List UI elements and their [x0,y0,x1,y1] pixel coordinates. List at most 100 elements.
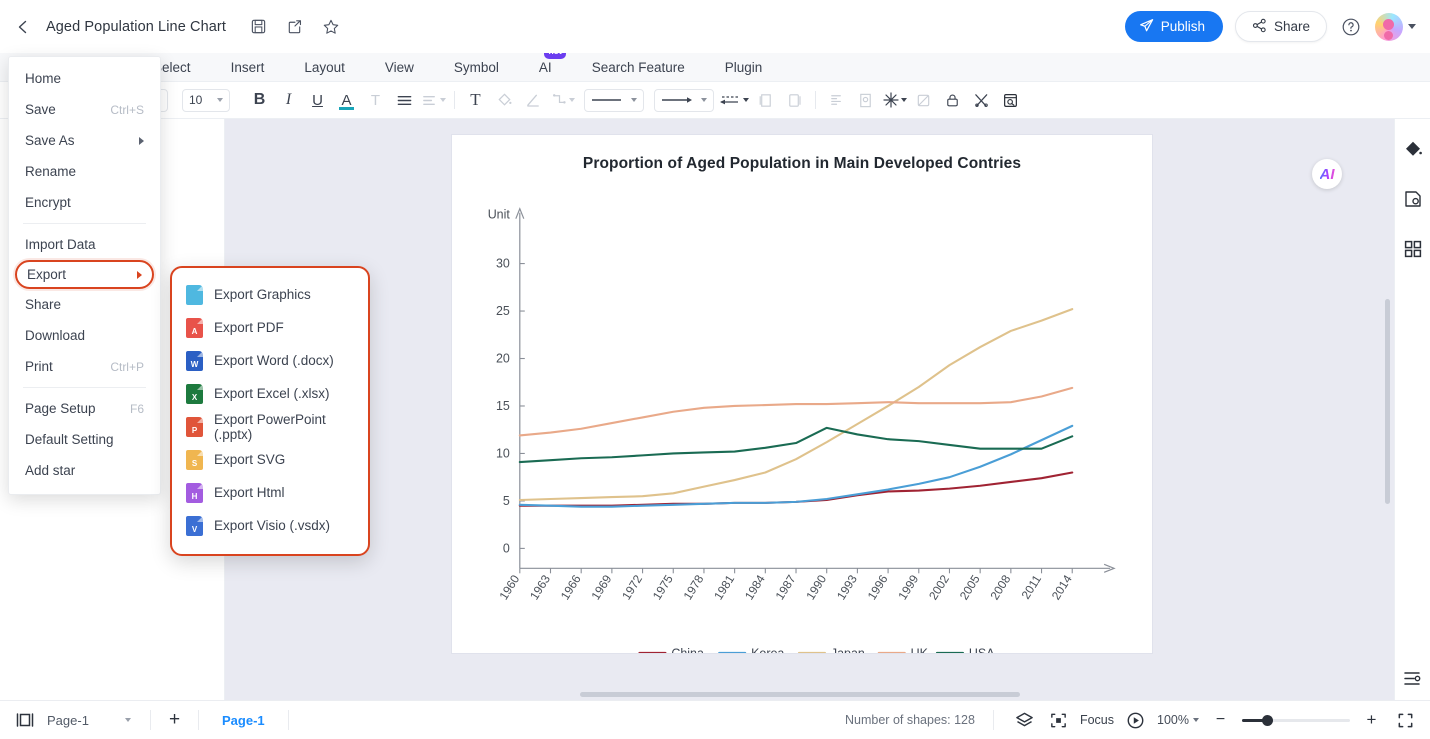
fill-color-icon[interactable] [1401,137,1425,161]
add-page-button[interactable]: + [162,708,187,733]
file-menu-item-encrypt[interactable]: Encrypt [9,187,160,218]
chevron-right-icon [139,136,144,145]
publish-button[interactable]: Publish [1124,11,1223,42]
back-chevron-icon[interactable] [10,14,36,40]
document-title: Aged Population Line Chart [46,18,226,35]
zoom-in-button[interactable]: + [1359,708,1384,733]
excel-file-icon: X [186,383,203,404]
export-submenu-item[interactable]: S Export SVG [172,443,368,476]
menu-item-insert[interactable]: Insert [211,54,285,81]
dashed-arrow-icon[interactable] [716,87,750,114]
find-shape-icon[interactable] [997,87,1024,114]
lock-icon[interactable] [939,87,966,114]
bring-forward-icon[interactable] [752,87,779,114]
page-view-icon[interactable] [12,708,37,733]
send-backward-icon[interactable] [781,87,808,114]
font-color-letter: A [341,91,352,109]
text-box-button[interactable]: T [462,87,489,114]
zoom-out-button[interactable]: − [1208,708,1233,733]
export-submenu-item[interactable]: V Export Visio (.vsdx) [172,509,368,542]
x-axis-tick: 1963 [527,572,553,602]
x-axis-tick: 1975 [650,572,676,602]
text-style-button[interactable]: T [362,87,389,114]
page-selector[interactable]: Page-1 [39,708,139,732]
ai-assistant-badge[interactable]: AI [1312,159,1342,189]
line-spacing-icon[interactable] [420,87,447,114]
file-menu-item-add-star[interactable]: Add star [9,455,160,486]
pen-icon[interactable] [520,87,547,114]
file-menu-item-export[interactable]: Export [15,260,154,289]
menu-divider [23,387,146,388]
layers-panel-icon[interactable] [1401,666,1425,690]
file-menu-item-import-data[interactable]: Import Data [9,229,160,260]
export-share-icon[interactable] [280,12,310,42]
save-icon[interactable] [244,12,274,42]
crop-page-icon[interactable] [852,87,879,114]
export-submenu-item-label: Export Graphics [214,287,311,302]
line-style-select[interactable] [584,88,644,112]
menu-item-layout[interactable]: Layout [284,54,365,81]
chevron-right-icon [137,270,142,279]
menu-item-view[interactable]: View [365,54,434,81]
export-submenu-item[interactable]: X Export Excel (.xlsx) [172,377,368,410]
file-menu-item-save-as[interactable]: Save As [9,125,160,156]
tools-icon[interactable] [968,87,995,114]
connector-icon[interactable] [549,87,576,114]
menu-item-search-feature[interactable]: Search Feature [572,54,705,81]
help-circle-icon[interactable] [1341,17,1361,37]
file-menu-item-page-setup[interactable]: Page Setup F6 [9,393,160,424]
export-submenu-item[interactable]: A Export PDF [172,311,368,344]
focus-icon[interactable] [1046,708,1071,733]
no-style-icon[interactable] [910,87,937,114]
file-menu-item-download[interactable]: Download [9,320,160,351]
vertical-scrollbar[interactable] [1385,299,1390,504]
page-sheet[interactable]: Proportion of Aged Population in Main De… [451,134,1153,654]
font-size-select[interactable]: 10 [182,88,230,112]
file-menu-item-save[interactable]: Save Ctrl+S [9,94,160,125]
export-submenu-item[interactable]: W Export Word (.docx) [172,344,368,377]
y-axis-tick: 30 [496,257,510,271]
zoom-slider-fill [1242,718,1264,722]
page-settings-icon[interactable] [1401,187,1425,211]
file-menu-item-print[interactable]: Print Ctrl+P [9,351,160,382]
export-submenu-item[interactable]: P Export PowerPoint (.pptx) [172,410,368,443]
horizontal-scrollbar[interactable] [580,692,1020,697]
canvas-scroll-area[interactable]: Proportion of Aged Population in Main De… [225,119,1394,700]
menu-divider [23,223,146,224]
page-tab-page-1[interactable]: Page-1 [210,713,277,728]
italic-button[interactable]: I [275,87,302,114]
zoom-slider-knob[interactable] [1262,714,1273,726]
visio-file-icon: V [186,515,203,536]
chevron-down-icon [440,98,446,102]
distribute-icon[interactable] [823,87,850,114]
font-color-button[interactable]: A [333,87,360,114]
star-icon[interactable] [316,12,346,42]
file-menu-item-default-setting[interactable]: Default Setting [9,424,160,455]
arrow-style-select[interactable] [654,88,714,112]
zoom-level-select[interactable]: 100% [1157,713,1199,727]
menu-item-plugin[interactable]: Plugin [705,54,783,81]
user-avatar-menu[interactable] [1375,12,1416,41]
file-menu-item-rename[interactable]: Rename [9,156,160,187]
file-menu-item-share[interactable]: Share [9,289,160,320]
align-icon[interactable] [391,87,418,114]
menu-item-ai[interactable]: AI hot [519,44,572,81]
line-chart[interactable]: Unit 0 5 10 15 20 25 30 1960 1963 1966 1969 1972 1975… [452,135,1152,653]
file-menu-item-home[interactable]: Home [9,63,160,94]
share-button[interactable]: Share [1234,11,1327,42]
effects-sparkle-icon[interactable] [881,87,908,114]
underline-button[interactable]: U [304,87,331,114]
export-submenu-item-label: Export PowerPoint (.pptx) [214,411,326,442]
symbol-library-icon[interactable] [1401,237,1425,261]
font-size-value: 10 [189,93,203,107]
bold-button[interactable]: B [246,87,273,114]
fill-icon[interactable] [491,87,518,114]
fullscreen-icon[interactable] [1393,708,1418,733]
menu-item-symbol[interactable]: Symbol [434,54,519,81]
export-submenu-item[interactable]: H Export Html [172,476,368,509]
layers-icon[interactable] [1012,708,1037,733]
zoom-slider[interactable] [1242,714,1350,726]
menu-item-label: Share [25,297,62,312]
play-icon[interactable] [1123,708,1148,733]
export-submenu-item[interactable]: Export Graphics [172,278,368,311]
